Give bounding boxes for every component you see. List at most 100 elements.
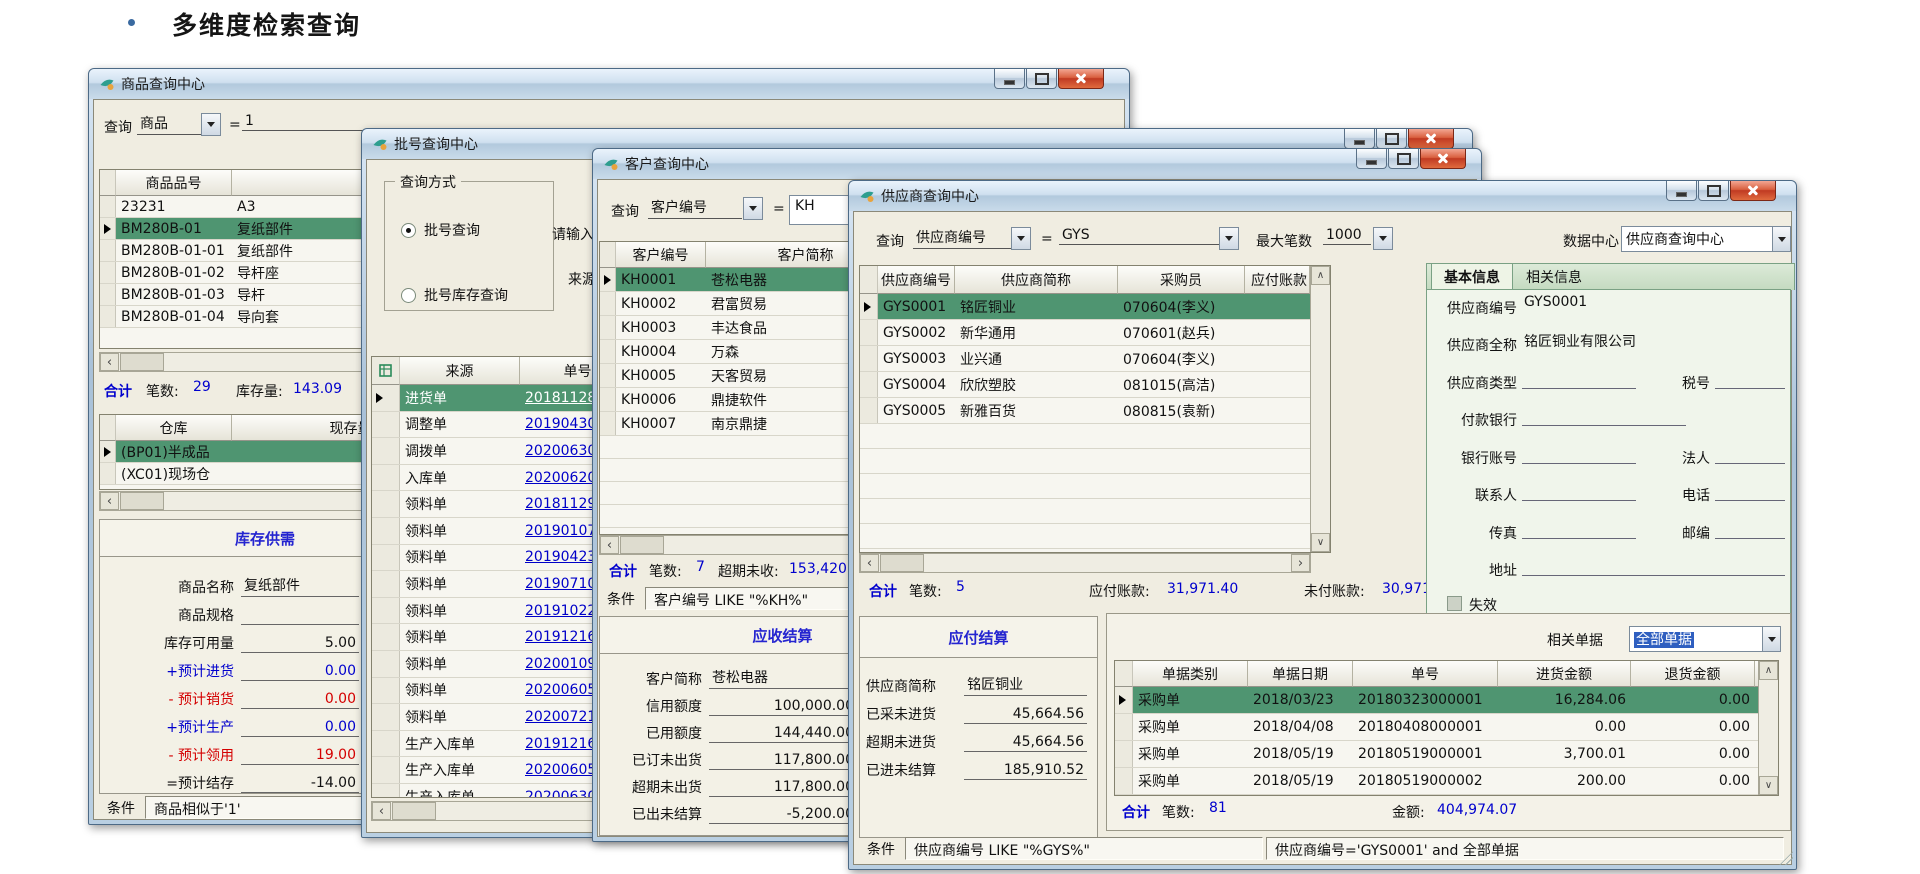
doc-number-link[interactable]: 20191022 (525, 603, 596, 619)
total-label: 合计 (1122, 802, 1150, 822)
data-center-select[interactable]: 供应商查询中心 (1621, 226, 1791, 252)
table-row[interactable]: GYS0001 铭匠铜业 070604(李义) (860, 294, 1330, 320)
table-row[interactable]: GYS0002 新华通用 070601(赵兵) (860, 320, 1330, 346)
table-row[interactable]: GYS0005 新雅百货 080815(袁新) (860, 398, 1330, 424)
doc-number-link[interactable]: 20190423 (525, 549, 596, 565)
titlebar[interactable]: 供应商查询中心 (849, 181, 1796, 211)
legal-person-input[interactable] (1715, 444, 1785, 464)
query-field-value[interactable]: 供应商编号 (913, 227, 1011, 249)
query-field-value[interactable]: 商品 (137, 113, 201, 135)
titlebar[interactable]: 商品查询中心 (89, 69, 1129, 99)
scroll-thumb[interactable] (392, 802, 436, 820)
maximize-button[interactable] (1388, 149, 1419, 169)
doc-number-link[interactable]: 20191216 (525, 736, 596, 752)
bullet-icon (128, 19, 135, 26)
window-supplier-query-center: 供应商查询中心 查询 供应商编号 = GYS 最大笔数 1000 数据中心 供应… (848, 180, 1797, 870)
chevron-down-icon[interactable] (743, 197, 763, 220)
scroll-thumb[interactable] (120, 492, 164, 510)
doc-number-link[interactable]: 20190430 (525, 416, 596, 432)
scroll-up-icon[interactable]: ∧ (1759, 661, 1778, 680)
close-button[interactable] (1730, 181, 1776, 201)
scroll-down-icon[interactable]: ∨ (1759, 776, 1778, 795)
scroll-thumb[interactable] (120, 353, 164, 371)
table-row[interactable]: 采购单 2018/05/19 20180519000001 3,700.01 0… (1115, 741, 1778, 768)
related-docs-select[interactable]: 全部单据 (1629, 626, 1781, 652)
phone-input[interactable] (1715, 481, 1785, 501)
doc-number-link[interactable]: 20200605 (525, 682, 596, 698)
chevron-down-icon[interactable] (1762, 627, 1780, 651)
scroll-left-icon[interactable]: ‹ (600, 536, 619, 554)
maximize-button[interactable] (1026, 69, 1057, 89)
maximize-button[interactable] (1376, 129, 1407, 149)
titlebar[interactable]: 客户查询中心 (593, 149, 1481, 179)
row-marker-cell (600, 388, 616, 411)
doc-number-link[interactable]: 20200630 (525, 789, 596, 798)
zip-input[interactable] (1715, 519, 1785, 539)
scroll-left-icon[interactable]: ‹ (372, 802, 391, 820)
bank-account-input[interactable] (1522, 444, 1636, 464)
doc-number-link[interactable]: 20200630 (525, 443, 596, 459)
table-row[interactable]: GYS0003 业兴通 070604(李义) (860, 346, 1330, 372)
minimize-button[interactable] (1344, 129, 1375, 149)
doc-number-link[interactable]: 20181128 (525, 390, 596, 406)
doc-number-link[interactable]: 20190107 (525, 523, 596, 539)
phone-label: 电话 (1652, 485, 1710, 505)
scroll-down-icon[interactable]: ∨ (1311, 533, 1330, 552)
contact-input[interactable] (1522, 481, 1636, 501)
radio-batch-stock-query[interactable]: 批号库存查询 (401, 285, 508, 305)
scroll-thumb[interactable] (620, 536, 664, 554)
doc-number-link[interactable]: 20200109 (525, 656, 596, 672)
chevron-down-icon[interactable] (1772, 227, 1790, 251)
chevron-down-icon[interactable] (1011, 227, 1031, 250)
minimize-button[interactable] (994, 69, 1025, 89)
supplier-type-input[interactable] (1522, 369, 1636, 389)
table-row[interactable]: 采购单 2018/05/19 20180519000002 200.00 0.0… (1115, 768, 1778, 795)
fax-input[interactable] (1522, 519, 1636, 539)
table-row[interactable]: 采购单 2018/03/23 20180323000001 16,284.06 … (1115, 687, 1778, 714)
resize-grip[interactable] (1779, 851, 1793, 865)
doc-number-link[interactable]: 20200620 (525, 470, 596, 486)
scroll-left-icon[interactable]: ‹ (860, 554, 879, 572)
close-button[interactable] (1420, 149, 1466, 169)
tab-related-info[interactable]: 相关信息 (1513, 263, 1595, 290)
query-value-input[interactable]: GYS (1059, 227, 1220, 245)
contact-label: 联系人 (1427, 485, 1517, 505)
amount-label: 金额: (1392, 802, 1425, 822)
chevron-down-icon[interactable] (201, 113, 221, 136)
pay-bank-input[interactable] (1522, 406, 1686, 426)
scroll-up-icon[interactable]: ∧ (1311, 266, 1330, 285)
row-marker-cell (1115, 768, 1133, 794)
minimize-button[interactable] (1666, 181, 1697, 201)
equals-sign: = (229, 117, 241, 133)
maximize-button[interactable] (1698, 181, 1729, 201)
minimize-button[interactable] (1356, 149, 1387, 169)
doc-number-link[interactable]: 20200605 (525, 762, 596, 778)
close-button[interactable] (1408, 129, 1454, 149)
scroll-left-icon[interactable]: ‹ (100, 492, 119, 510)
tax-no-input[interactable] (1715, 369, 1785, 389)
v-scrollbar[interactable]: ∧ ∨ (1310, 266, 1330, 552)
tab-basic-info[interactable]: 基本信息 (1431, 263, 1513, 290)
scroll-right-icon[interactable]: › (1291, 554, 1310, 572)
h-scrollbar[interactable]: ‹ › (859, 553, 1311, 573)
field-row: 已进未结算 185,910.52 (866, 752, 1087, 780)
radio-batch-query[interactable]: 批号查询 (401, 220, 480, 240)
doc-number-link[interactable]: 20191216 (525, 629, 596, 645)
doc-number-link[interactable]: 20181129 (525, 496, 596, 512)
v-scrollbar[interactable]: ∧ ∨ (1758, 661, 1778, 795)
scroll-thumb[interactable] (880, 554, 924, 572)
close-button[interactable] (1058, 69, 1104, 89)
address-input[interactable] (1522, 556, 1785, 576)
table-row[interactable]: 采购单 2018/04/08 20180408000001 0.00 0.00 (1115, 714, 1778, 741)
chevron-down-icon[interactable] (1373, 227, 1393, 250)
max-rows-value[interactable]: 1000 (1323, 227, 1371, 245)
doc-number-link[interactable]: 20190710 (525, 576, 596, 592)
invalid-checkbox[interactable] (1447, 596, 1462, 611)
scroll-left-icon[interactable]: ‹ (100, 353, 119, 371)
query-field-value[interactable]: 客户编号 (648, 197, 742, 219)
table-row[interactable]: GYS0004 欣欣塑胶 081015(高洁) (860, 372, 1330, 398)
chevron-down-icon[interactable] (1219, 227, 1239, 250)
query-value-input[interactable]: 1 (242, 113, 368, 131)
selected-option: 全部单据 (1634, 632, 1694, 648)
doc-number-link[interactable]: 20200721 (525, 709, 596, 725)
